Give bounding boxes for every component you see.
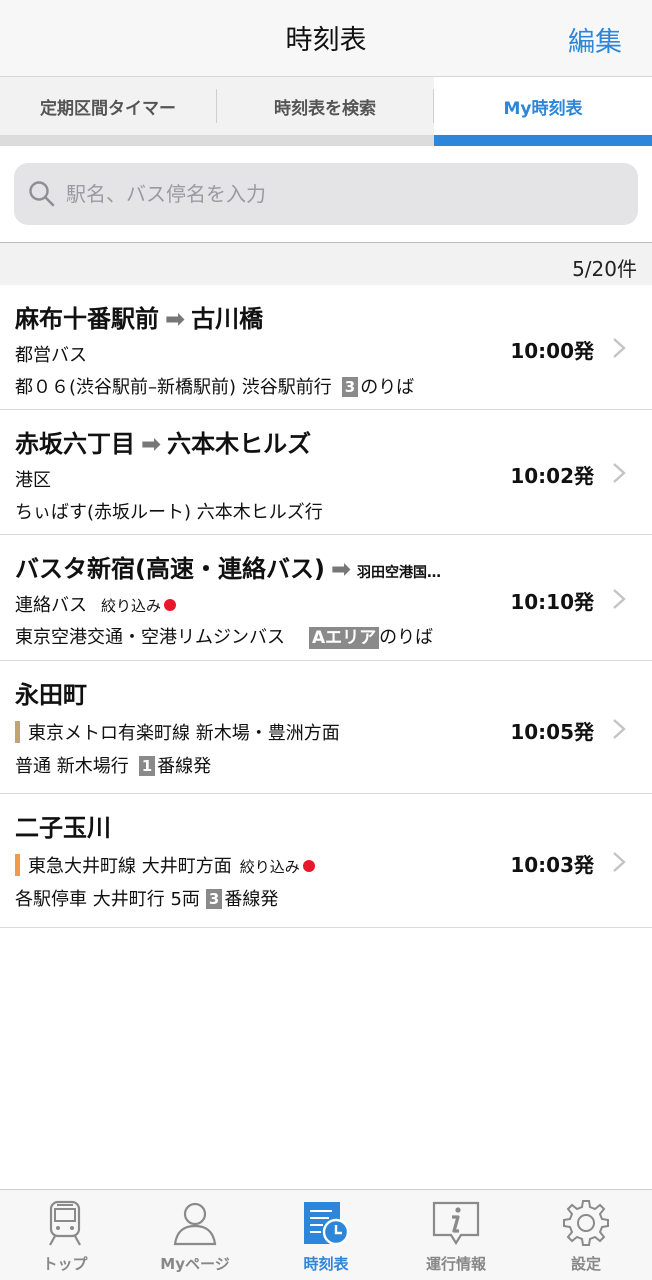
chevron-right-icon: [613, 589, 626, 609]
operator-line: 連絡バス 絞り込み: [15, 591, 177, 617]
table-row[interactable]: 赤坂六丁目 ➡ 六本木ヒルズ 港区 ちぃばす(赤坂ルート) 六本木ヒルズ行 10:0…: [0, 410, 652, 535]
navigation-bar: 時刻表 編集: [0, 0, 652, 77]
service-detail: 普通 新木場行 1 番線発: [15, 752, 211, 778]
line-color-bar: [15, 854, 20, 876]
table-row[interactable]: 麻布十番駅前 ➡ 古川橋 都営バス 都０６(渋谷駅前–新橋駅前) 渋谷駅前行 3 のりば…: [0, 285, 652, 410]
search-area: [0, 146, 652, 243]
info-icon: [432, 1201, 480, 1246]
tabbar-item-timetable[interactable]: 時刻表: [261, 1190, 391, 1280]
tabbar-label: トップ: [42, 1255, 88, 1273]
bottom-tab-bar: トップ Myページ 時刻表 運行情報 設定: [0, 1189, 652, 1280]
station-name: 二子玉川: [15, 814, 111, 842]
platform-number-badge: 1: [138, 756, 156, 776]
arrow-right-icon: ➡: [141, 430, 162, 458]
tab-commute-timer[interactable]: 定期区間タイマー: [0, 77, 216, 135]
station-name: 永田町: [15, 681, 87, 709]
line-info: 東京メトロ有楽町線 新木場・豊洲方面: [15, 719, 340, 745]
segmented-tabs: 定期区間タイマー 時刻表を検索 My時刻表: [0, 77, 652, 146]
tabbar-item-settings[interactable]: 設定: [521, 1190, 651, 1280]
destination-name: 六本木ヒルズ: [167, 430, 312, 458]
route-name: 都０６(渋谷駅前–新橋駅前) 渋谷駅前行: [15, 377, 332, 398]
tab-search-timetable[interactable]: 時刻表を検索: [217, 77, 433, 135]
platform-number-badge: 3: [341, 377, 359, 397]
route-title: 赤坂六丁目 ➡ 六本木ヒルズ: [15, 424, 311, 459]
departure-time: 10:00発: [510, 339, 594, 363]
platform-label: 番線発: [157, 756, 212, 777]
origin-name: 赤坂六丁目: [15, 430, 135, 458]
tabbar-label: 運行情報: [425, 1255, 486, 1273]
route-title: 麻布十番駅前 ➡ 古川橋: [15, 299, 263, 334]
operator-name: 連絡バス: [15, 595, 87, 616]
line-color-bar: [15, 721, 20, 743]
platform-label: 番線発: [224, 889, 279, 910]
gear-icon: [563, 1200, 609, 1246]
route-detail: 都０６(渋谷駅前–新橋駅前) 渋谷駅前行 3 のりば: [15, 373, 414, 399]
table-row[interactable]: 永田町 東京メトロ有楽町線 新木場・豊洲方面 普通 新木場行 1 番線発 10:05…: [0, 661, 652, 794]
area-badge: Aエリア: [309, 627, 380, 649]
departure-time: 10:03発: [510, 853, 594, 877]
route-title: バスタ新宿(高速・連絡バス) ➡ 羽田空港国…: [15, 549, 441, 584]
filter-dot-icon: [302, 860, 315, 872]
line-name: 東京メトロ有楽町線 新木場・豊洲方面: [28, 723, 340, 744]
platform-label: のりば: [379, 627, 434, 648]
edit-button[interactable]: 編集: [568, 20, 622, 59]
tab-my-timetable[interactable]: My時刻表: [434, 77, 652, 135]
departure-time: 10:02発: [510, 464, 594, 488]
arrow-right-icon: ➡: [165, 305, 186, 333]
line-info: 東急大井町線 大井町方面 絞り込み: [15, 852, 315, 878]
count-strip: 5/20件: [0, 243, 652, 285]
tabbar-label: 設定: [570, 1255, 601, 1273]
service-name: 普通 新木場行: [15, 756, 129, 777]
tab-active-indicator: [434, 135, 652, 146]
filter-dot-icon: [164, 599, 177, 611]
departure-time: 10:05発: [510, 720, 594, 744]
filter-label: 絞り込み: [239, 858, 300, 876]
page-title: 時刻表: [285, 25, 367, 56]
train-icon: [49, 1200, 81, 1246]
search-box[interactable]: [14, 163, 638, 225]
tabbar-item-top[interactable]: トップ: [0, 1190, 130, 1280]
table-row[interactable]: 二子玉川 東急大井町線 大井町方面 絞り込み 各駅停車 大井町行 5両 3 番線発 1…: [0, 794, 652, 928]
filter-label: 絞り込み: [101, 597, 162, 615]
chevron-right-icon: [613, 338, 626, 358]
tabbar-label: 時刻表: [303, 1255, 349, 1273]
service-detail: 各駅停車 大井町行 5両 3 番線発: [15, 885, 278, 911]
table-row[interactable]: バスタ新宿(高速・連絡バス) ➡ 羽田空港国… 連絡バス 絞り込み 東京空港交通・空港…: [0, 535, 652, 661]
destination-name: 羽田空港国…: [357, 565, 442, 581]
search-input[interactable]: [66, 163, 626, 225]
operator-name: 都営バス: [15, 345, 87, 366]
tabbar-item-mypage[interactable]: Myページ: [130, 1190, 260, 1280]
origin-name: バスタ新宿(高速・連絡バス): [15, 555, 325, 583]
tabbar-label: Myページ: [160, 1255, 230, 1273]
route-name: 東京空港交通・空港リムジンバス: [15, 627, 285, 648]
chevron-right-icon: [613, 719, 626, 739]
destination-name: 古川橋: [191, 305, 264, 333]
line-name: 東急大井町線 大井町方面: [28, 856, 232, 877]
timetable-icon: [304, 1202, 350, 1246]
arrow-right-icon: ➡: [330, 555, 352, 583]
platform-number-badge: 3: [205, 889, 223, 909]
tabbar-item-service-info[interactable]: 運行情報: [391, 1190, 521, 1280]
person-icon: [173, 1202, 217, 1246]
result-count: 5/20件: [572, 257, 637, 281]
origin-name: 麻布十番駅前: [15, 305, 159, 333]
chevron-right-icon: [613, 463, 626, 483]
service-name: 各駅停車 大井町行 5両: [15, 889, 200, 910]
departure-time: 10:10発: [510, 590, 594, 614]
platform-label: のりば: [360, 377, 415, 398]
chevron-right-icon: [613, 852, 626, 872]
route-detail: 東京空港交通・空港リムジンバス Aエリア のりば: [15, 623, 433, 649]
route-name: ちぃばす(赤坂ルート) 六本木ヒルズ行: [15, 502, 323, 523]
search-icon: [29, 181, 55, 207]
operator-name: 港区: [15, 470, 51, 491]
